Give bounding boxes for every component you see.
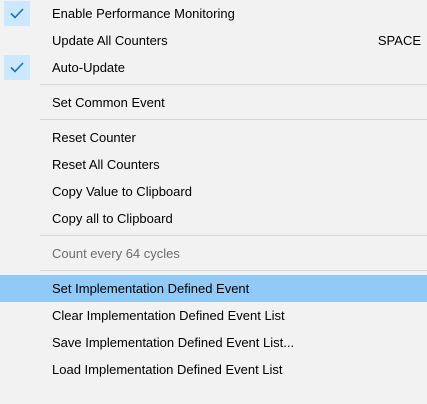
menu-item-label: Save Implementation Defined Event List..… — [52, 335, 295, 350]
menu-item-label: Auto-Update — [52, 60, 125, 75]
menu-item-count-every-64-cycles: Count every 64 cycles — [0, 240, 427, 267]
menu-item-reset-counter[interactable]: Reset Counter — [0, 124, 427, 151]
menu-separator — [40, 119, 427, 120]
menu-item-copy-value-to-clipboard[interactable]: Copy Value to Clipboard — [0, 178, 427, 205]
menu-item-label: Clear Implementation Defined Event List — [52, 308, 285, 323]
menu-item-set-common-event[interactable]: Set Common Event — [0, 89, 427, 116]
menu-item-save-implementation-defined-event-list[interactable]: Save Implementation Defined Event List..… — [0, 329, 427, 356]
menu-item-label: Reset Counter — [52, 130, 136, 145]
menu-item-label: Reset All Counters — [52, 157, 160, 172]
menu-item-copy-all-to-clipboard[interactable]: Copy all to Clipboard — [0, 205, 427, 232]
menu-separator — [40, 270, 427, 271]
menu-item-label: Set Common Event — [52, 95, 165, 110]
context-menu: Enable Performance Monitoring Update All… — [0, 0, 427, 404]
menu-item-label: Update All Counters — [52, 33, 168, 48]
menu-separator — [40, 235, 427, 236]
menu-item-label: Set Implementation Defined Event — [52, 281, 250, 296]
menu-item-enable-performance-monitoring[interactable]: Enable Performance Monitoring — [0, 0, 427, 27]
menu-item-label: Enable Performance Monitoring — [52, 6, 235, 21]
checkmark-icon — [4, 1, 30, 26]
menu-item-auto-update[interactable]: Auto-Update — [0, 54, 427, 81]
menu-item-clear-implementation-defined-event-list[interactable]: Clear Implementation Defined Event List — [0, 302, 427, 329]
menu-item-update-all-counters[interactable]: Update All Counters SPACE — [0, 27, 427, 54]
menu-item-label: Copy all to Clipboard — [52, 211, 173, 226]
menu-item-reset-all-counters[interactable]: Reset All Counters — [0, 151, 427, 178]
menu-item-label: Copy Value to Clipboard — [52, 184, 192, 199]
checkmark-icon — [4, 55, 30, 80]
menu-item-load-implementation-defined-event-list[interactable]: Load Implementation Defined Event List — [0, 356, 427, 383]
menu-item-shortcut: SPACE — [377, 33, 421, 48]
menu-item-label: Count every 64 cycles — [52, 246, 180, 261]
menu-separator — [40, 84, 427, 85]
menu-item-label: Load Implementation Defined Event List — [52, 362, 283, 377]
menu-item-set-implementation-defined-event[interactable]: Set Implementation Defined Event — [0, 275, 427, 302]
